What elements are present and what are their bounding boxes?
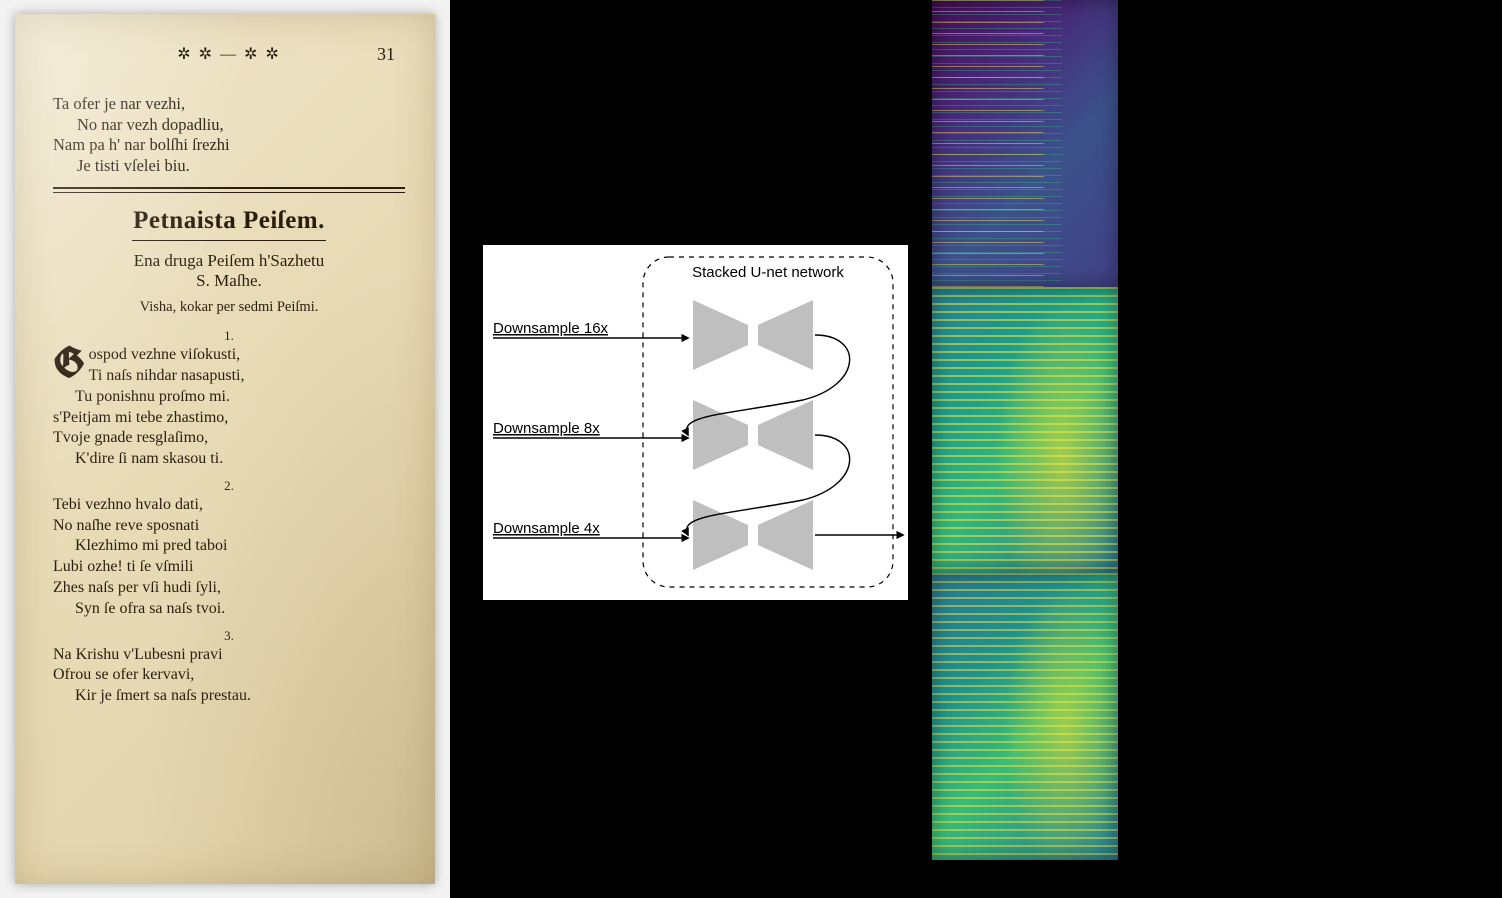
subtitle-line: Ena druga Peiſem h'Sazhetu [134,251,324,270]
stanza-number: 1. [53,328,405,345]
unet-block [693,500,813,570]
spectrogram-panel-1 [932,0,1118,287]
stanza: 1.Gospod vezhne viſokusti,Ti naſs nihdar… [53,328,405,470]
spectrogram-panel-2 [932,287,1118,574]
pre-verse-line: Nam pa h' nar bolſhi ſrezhi [53,135,405,156]
divider [53,187,405,193]
downsample-4-label: Downsample 4x [493,520,600,537]
stanza-line: Tvoje gnade resglaſimo, [53,428,405,449]
book-page: ✲ ✲ — ✲ ✲ 31 Ta ofer je nar vezhi, No na… [15,14,435,884]
stanza-line: Ti naſs nihdar nasapusti, [53,366,405,387]
stanza-line: Na Krishu v'Lubesni pravi [53,645,405,666]
diagram-title: Stacked U-net network [692,264,844,281]
page-number: 31 [377,44,395,65]
downsample-16-label: Downsample 16x [493,320,609,337]
poem-subtitle: Ena druga Peiſem h'Sazhetu S. Maſhe. [53,251,405,292]
spectrogram-panel-3 [932,573,1118,860]
stanza-line: Gospod vezhne viſokusti, [53,345,405,366]
stanza-line: Zhes naſs per vſi hudi ſyli, [53,578,405,599]
unet-block [693,300,813,370]
stanza-line: K'dire ſi nam skasou ti. [75,449,405,470]
stanzas: 1.Gospod vezhne viſokusti,Ti naſs nihdar… [53,328,405,707]
page-header: ✲ ✲ — ✲ ✲ 31 [53,44,405,94]
stanza: 3.Na Krishu v'Lubesni praviOfrou se ofer… [53,628,405,707]
title-underline [132,240,326,241]
stanza-line: s'Peitjam mi tebe zhastimo, [53,408,405,429]
pre-verse: Ta ofer je nar vezhi, No nar vezh dopadl… [53,94,405,177]
stanza: 2.Tebi vezhno hvalo dati,No naſhe reve s… [53,478,405,620]
poem-title: Petnaista Peiſem. [53,207,405,241]
header-ornament: ✲ ✲ — ✲ ✲ [177,44,281,64]
pre-verse-line: Ta ofer je nar vezhi, [53,94,405,115]
poem-title-text: Petnaista Peiſem. [133,207,325,234]
pre-verse-line: Je tisti vſelei biu. [77,156,405,177]
unet-block [693,400,813,470]
stanza-line: Klezhimo mi pred taboi [75,536,405,557]
stanza-line: Syn ſe ofra sa naſs tvoi. [75,599,405,620]
stanza-line: Tebi vezhno hvalo dati, [53,495,405,516]
stage: ✲ ✲ — ✲ ✲ 31 Ta ofer je nar vezhi, No na… [0,0,1502,898]
stanza-line: Kir je ſmert sa naſs prestau. [75,686,405,707]
stanza-line: No naſhe reve sposnati [53,516,405,537]
spectrogram-column [932,0,1118,860]
book-container: ✲ ✲ — ✲ ✲ 31 Ta ofer je nar vezhi, No na… [0,0,450,898]
stanza-line: Ofrou se ofer kervavi, [53,665,405,686]
stanza-line: Lubi ozhe! ti ſe vſmili [53,557,405,578]
stanza-number: 2. [53,478,405,495]
stanza-number: 3. [53,628,405,645]
subtitle-line: S. Maſhe. [196,271,262,290]
downsample-8-label: Downsample 8x [493,420,600,437]
poem-note: Visha, kokar per sedmi Peiſmi. [53,299,405,316]
pre-verse-line: No nar vezh dopadliu, [77,115,405,136]
unet-diagram: Stacked U-net network Downsample 16x Dow… [483,245,908,600]
stanza-line: Tu ponishnu proſmo mi. [75,387,405,408]
